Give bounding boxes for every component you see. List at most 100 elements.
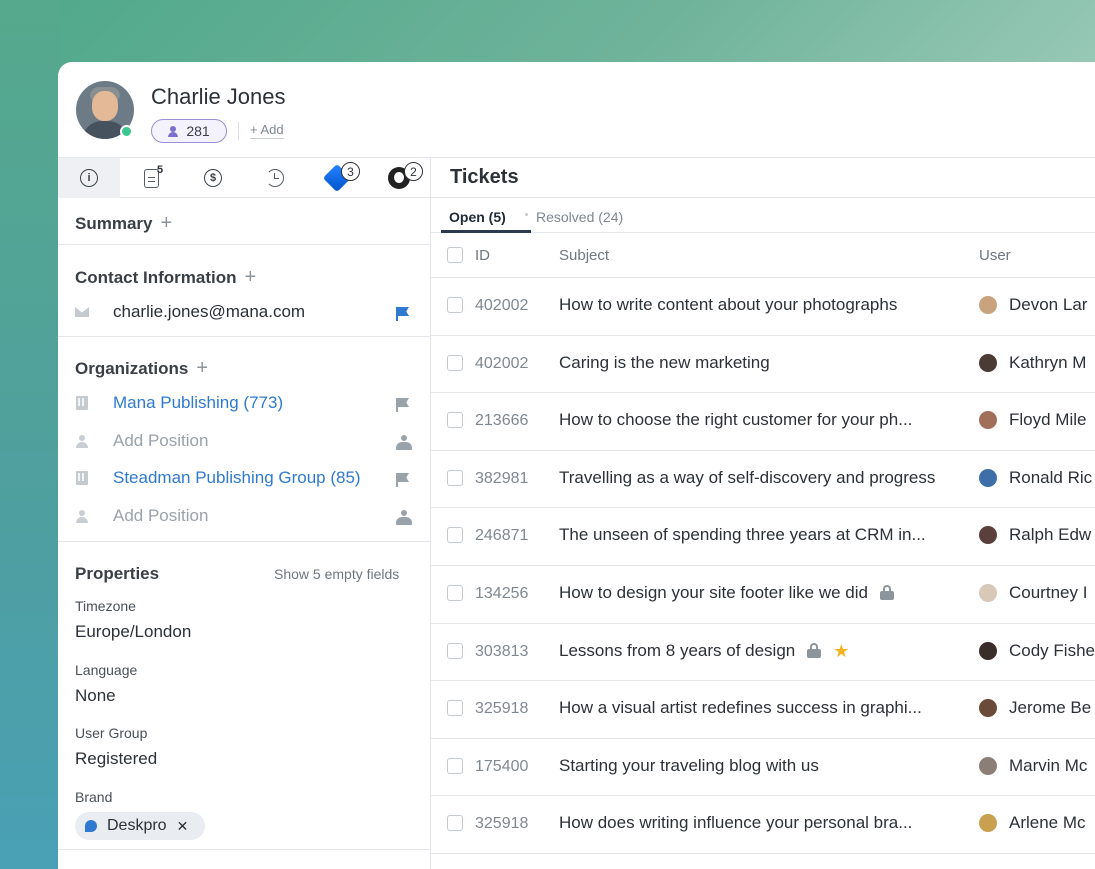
tab-billing[interactable]: $ — [182, 158, 244, 198]
table-row[interactable]: 402002 Caring is the new marketing Kathryn… — [431, 336, 1095, 394]
history-icon — [266, 169, 284, 187]
ticket-subject[interactable]: Travelling as a way of self-discovery an… — [559, 468, 935, 488]
ticket-user[interactable]: Floyd Mile — [979, 410, 1086, 430]
row-checkbox[interactable] — [447, 700, 463, 717]
ticket-subject[interactable]: How does writing influence your personal… — [559, 813, 912, 833]
building-icon — [76, 471, 88, 485]
org-link[interactable]: Mana Publishing (773) — [113, 393, 283, 413]
ticket-user[interactable]: Devon Lar — [979, 295, 1087, 315]
column-user[interactable]: User — [979, 247, 1011, 264]
contact-info-title[interactable]: Contact Information + — [75, 266, 256, 289]
add-label-button[interactable]: + Add — [250, 122, 284, 139]
table-row[interactable]: 175400 Starting your traveling blog with … — [431, 739, 1095, 797]
language-value[interactable]: None — [75, 686, 116, 706]
ticket-user[interactable]: Ronald Ric — [979, 468, 1092, 488]
ticket-subject[interactable]: Lessons from 8 years of design ★ — [559, 641, 849, 661]
primary-flag-icon[interactable] — [396, 307, 409, 321]
ticket-id: 325918 — [475, 700, 529, 718]
timezone-value[interactable]: Europe/London — [75, 622, 191, 642]
ticket-subject[interactable]: How to design your site footer like we d… — [559, 583, 894, 603]
row-checkbox[interactable] — [447, 297, 463, 313]
building-icon — [76, 396, 88, 410]
table-row[interactable]: 213666 How to choose the right customer f… — [431, 393, 1095, 451]
tickets-panel: Tickets Open (5) Resolved (24) ID Subjec… — [431, 158, 1095, 869]
ticket-subject[interactable]: How to choose the right customer for you… — [559, 410, 912, 430]
position-icon[interactable] — [396, 510, 412, 525]
add-position[interactable]: Add Position — [113, 506, 208, 526]
row-checkbox[interactable] — [447, 815, 463, 832]
tab-history[interactable] — [244, 158, 306, 198]
mail-icon — [75, 307, 89, 317]
table-row[interactable]: 382981 Travelling as a way of self-discov… — [431, 451, 1095, 509]
organizations-title-text: Organizations — [75, 358, 189, 378]
row-checkbox[interactable] — [447, 527, 463, 544]
table-row[interactable]: 325918 How a visual artist redefines succ… — [431, 681, 1095, 739]
usergroup-value[interactable]: Registered — [75, 749, 157, 769]
table-row[interactable]: 246871 The unseen of spending three years… — [431, 508, 1095, 566]
row-checkbox[interactable] — [447, 354, 463, 371]
ticket-subject[interactable]: How to write content about your photogra… — [559, 295, 897, 315]
ticket-subject[interactable]: How a visual artist redefines success in… — [559, 698, 922, 718]
plus-icon[interactable]: + — [160, 212, 172, 235]
ticket-user[interactable]: Marvin Mc — [979, 756, 1087, 776]
usergroup-count-pill[interactable]: 281 — [151, 119, 227, 143]
ticket-user[interactable]: Courtney I — [979, 583, 1087, 603]
ticket-subject[interactable]: The unseen of spending three years at CR… — [559, 525, 926, 545]
row-checkbox[interactable] — [447, 469, 463, 486]
show-empty-fields-link[interactable]: Show 5 empty fields — [274, 566, 399, 582]
ticket-user[interactable]: Jerome Be — [979, 698, 1091, 718]
tab-open[interactable]: Open (5) — [449, 209, 506, 225]
table-row[interactable]: 134256 How to design your site footer lik… — [431, 566, 1095, 624]
flag-icon[interactable] — [396, 398, 409, 412]
ticket-user-name: Floyd Mile — [1009, 410, 1087, 430]
brand-chip[interactable]: Deskpro ✕ — [75, 812, 205, 840]
column-subject[interactable]: Subject — [559, 247, 609, 264]
row-checkbox[interactable] — [447, 412, 463, 429]
table-row[interactable]: 303813 Lessons from 8 years of design ★ Cod… — [431, 624, 1095, 682]
row-checkbox[interactable] — [447, 584, 463, 601]
table-row[interactable]: 402002 How to write content about your ph… — [431, 278, 1095, 336]
ticket-id: 402002 — [475, 297, 529, 314]
plus-icon[interactable]: + — [196, 357, 208, 380]
online-status-dot — [120, 125, 133, 138]
summary-title[interactable]: Summary + — [75, 212, 172, 235]
tab-documents[interactable]: 5 — [120, 158, 182, 198]
email-value[interactable]: charlie.jones@mana.com — [113, 302, 305, 322]
plus-icon[interactable]: + — [245, 266, 257, 289]
ticket-user[interactable]: Cody Fishe — [979, 641, 1095, 661]
tab-info[interactable]: i — [58, 158, 120, 198]
ticket-subject-text: How to choose the right customer for you… — [559, 410, 913, 430]
select-all-checkbox[interactable] — [447, 247, 463, 263]
ticket-subject[interactable]: Starting your traveling blog with us — [559, 756, 819, 776]
tab-jira[interactable]: 3 — [306, 158, 368, 198]
row-checkbox[interactable] — [447, 642, 463, 659]
column-id[interactable]: ID — [475, 247, 490, 264]
ticket-user[interactable]: Ralph Edw — [979, 525, 1091, 545]
ticket-subject[interactable]: Caring is the new marketing — [559, 353, 770, 373]
tab-mailchimp[interactable]: 2 — [368, 158, 430, 198]
user-avatar — [979, 411, 997, 430]
organizations-section: Organizations + Mana Publishing (773) Ad… — [58, 337, 430, 542]
ticket-subject-text: How a visual artist redefines success in… — [559, 698, 922, 718]
ticket-user[interactable]: Kathryn M — [979, 353, 1086, 373]
ticket-user-name: Kathryn M — [1009, 352, 1087, 372]
remove-icon[interactable]: ✕ — [177, 818, 189, 835]
ticket-user[interactable]: Arlene Mc — [979, 813, 1086, 833]
add-position[interactable]: Add Position — [113, 431, 208, 451]
language-label: Language — [75, 662, 138, 678]
row-checkbox[interactable] — [447, 757, 463, 774]
org-link[interactable]: Steadman Publishing Group (85) — [113, 468, 361, 488]
table-row[interactable]: 325918 How does writing influence your pe… — [431, 796, 1095, 854]
background — [0, 0, 60, 869]
summary-section: Summary + — [58, 198, 430, 245]
organizations-title[interactable]: Organizations + — [75, 357, 208, 380]
tab-resolved[interactable]: Resolved (24) — [536, 209, 623, 225]
user-icon — [76, 434, 88, 448]
ticket-user-name: Cody Fishe — [1009, 640, 1095, 660]
info-icon: i — [80, 169, 98, 187]
table-header: ID Subject User — [431, 233, 1095, 278]
position-icon[interactable] — [396, 435, 412, 450]
flag-icon[interactable] — [396, 473, 409, 487]
ticket-id: 325918 — [475, 815, 529, 833]
star-icon[interactable]: ★ — [833, 642, 849, 660]
